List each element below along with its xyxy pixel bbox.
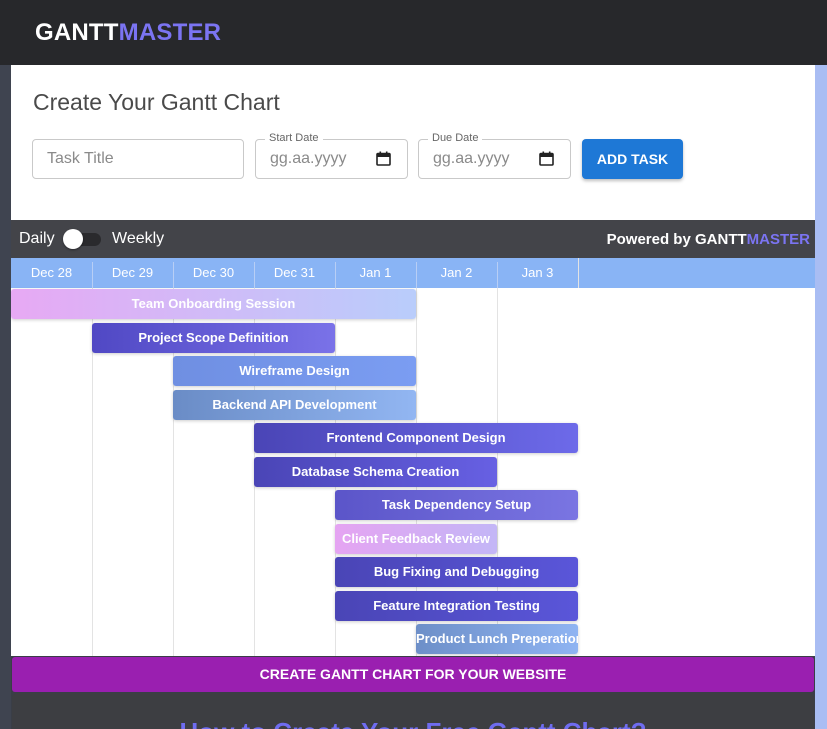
day-column-label: Dec 28 [30, 265, 73, 280]
gantt-task-bar[interactable]: Bug Fixing and Debugging [335, 557, 578, 587]
powered-by-label: Powered by GANTTMASTER [607, 231, 810, 248]
task-title-placeholder: Task Title [47, 150, 114, 167]
add-task-button[interactable]: ADD TASK [582, 139, 683, 179]
due-date-legend: Due Date [428, 132, 483, 144]
task-title-field[interactable]: Task Title [32, 139, 244, 179]
page-title: Create Your Gantt Chart [33, 89, 280, 115]
gantt-control-bar: Daily Weekly Powered by GANTTMASTER [11, 220, 815, 258]
powered-brand-gantt: GANTT [694, 231, 747, 248]
day-column-label: Jan 1 [359, 265, 392, 280]
powered-prefix: Powered by [606, 231, 695, 248]
gantt-task-bar[interactable]: Client Feedback Review [335, 523, 497, 554]
create-gantt-website-button[interactable]: CREATE GANTT CHART FOR YOUR WEBSITE [12, 657, 814, 692]
due-date-placeholder: gg.aa.yyyy [433, 150, 510, 167]
day-column-label: Jan 2 [440, 265, 473, 280]
gantt-chart: Dec 28 Dec 29 Dec 30 Dec 31 Jan 1 Jan 2 Jan 3 … [11, 258, 815, 656]
due-date-field[interactable]: Due Date gg.aa.yyyy [418, 132, 571, 179]
gantt-task-bar[interactable]: Product Lunch Preperation [416, 624, 578, 654]
gantt-task-bar[interactable]: Frontend Component Design [254, 423, 578, 453]
start-date-legend: Start Date [265, 132, 323, 144]
gantt-task-bar[interactable]: Task Dependency Setup [335, 490, 578, 520]
left-page-edge [0, 65, 11, 729]
day-column-label: Jan 3 [521, 265, 554, 280]
start-date-placeholder: gg.aa.yyyy [270, 150, 347, 167]
powered-brand-master: MASTER [746, 231, 810, 248]
gantt-task-bar[interactable]: Database Schema Creation [254, 456, 497, 487]
brand-logo[interactable]: GANTTMASTER [35, 19, 221, 47]
start-date-field[interactable]: Start Date gg.aa.yyyy [255, 132, 408, 179]
how-to-section: How to Create Your Free Gantt Chart? [12, 693, 814, 729]
top-header: GANTTMASTER [0, 0, 827, 65]
daily-label: Daily [19, 230, 55, 247]
brand-part-gantt: GANTT [35, 19, 119, 46]
gantt-task-bar[interactable]: Wireframe Design [173, 356, 416, 386]
day-column-label: Dec 30 [192, 265, 235, 280]
gantt-task-bar[interactable]: Team Onboarding Session [11, 289, 416, 319]
gantt-task-bar[interactable]: Feature Integration Testing [335, 590, 578, 621]
calendar-icon[interactable] [539, 151, 554, 166]
day-column-label: Dec 29 [111, 265, 154, 280]
how-to-heading: How to Create Your Free Gantt Chart? [12, 717, 814, 729]
gantt-task-bar[interactable]: Project Scope Definition [92, 322, 335, 353]
view-toggle-switch[interactable] [63, 229, 101, 249]
gantt-timeline-header: Dec 28 Dec 29 Dec 30 Dec 31 Jan 1 Jan 2 Jan 3 [11, 258, 815, 288]
right-page-edge [815, 65, 827, 729]
calendar-icon[interactable] [376, 151, 391, 166]
gantt-task-bar[interactable]: Backend API Development [173, 389, 416, 420]
toggle-knob [63, 229, 83, 249]
brand-part-master: MASTER [118, 19, 222, 46]
create-task-card: Create Your Gantt Chart Task Title Start… [11, 65, 815, 220]
weekly-label: Weekly [112, 230, 165, 247]
day-grid-line [578, 258, 579, 288]
day-column-label: Dec 31 [273, 265, 316, 280]
